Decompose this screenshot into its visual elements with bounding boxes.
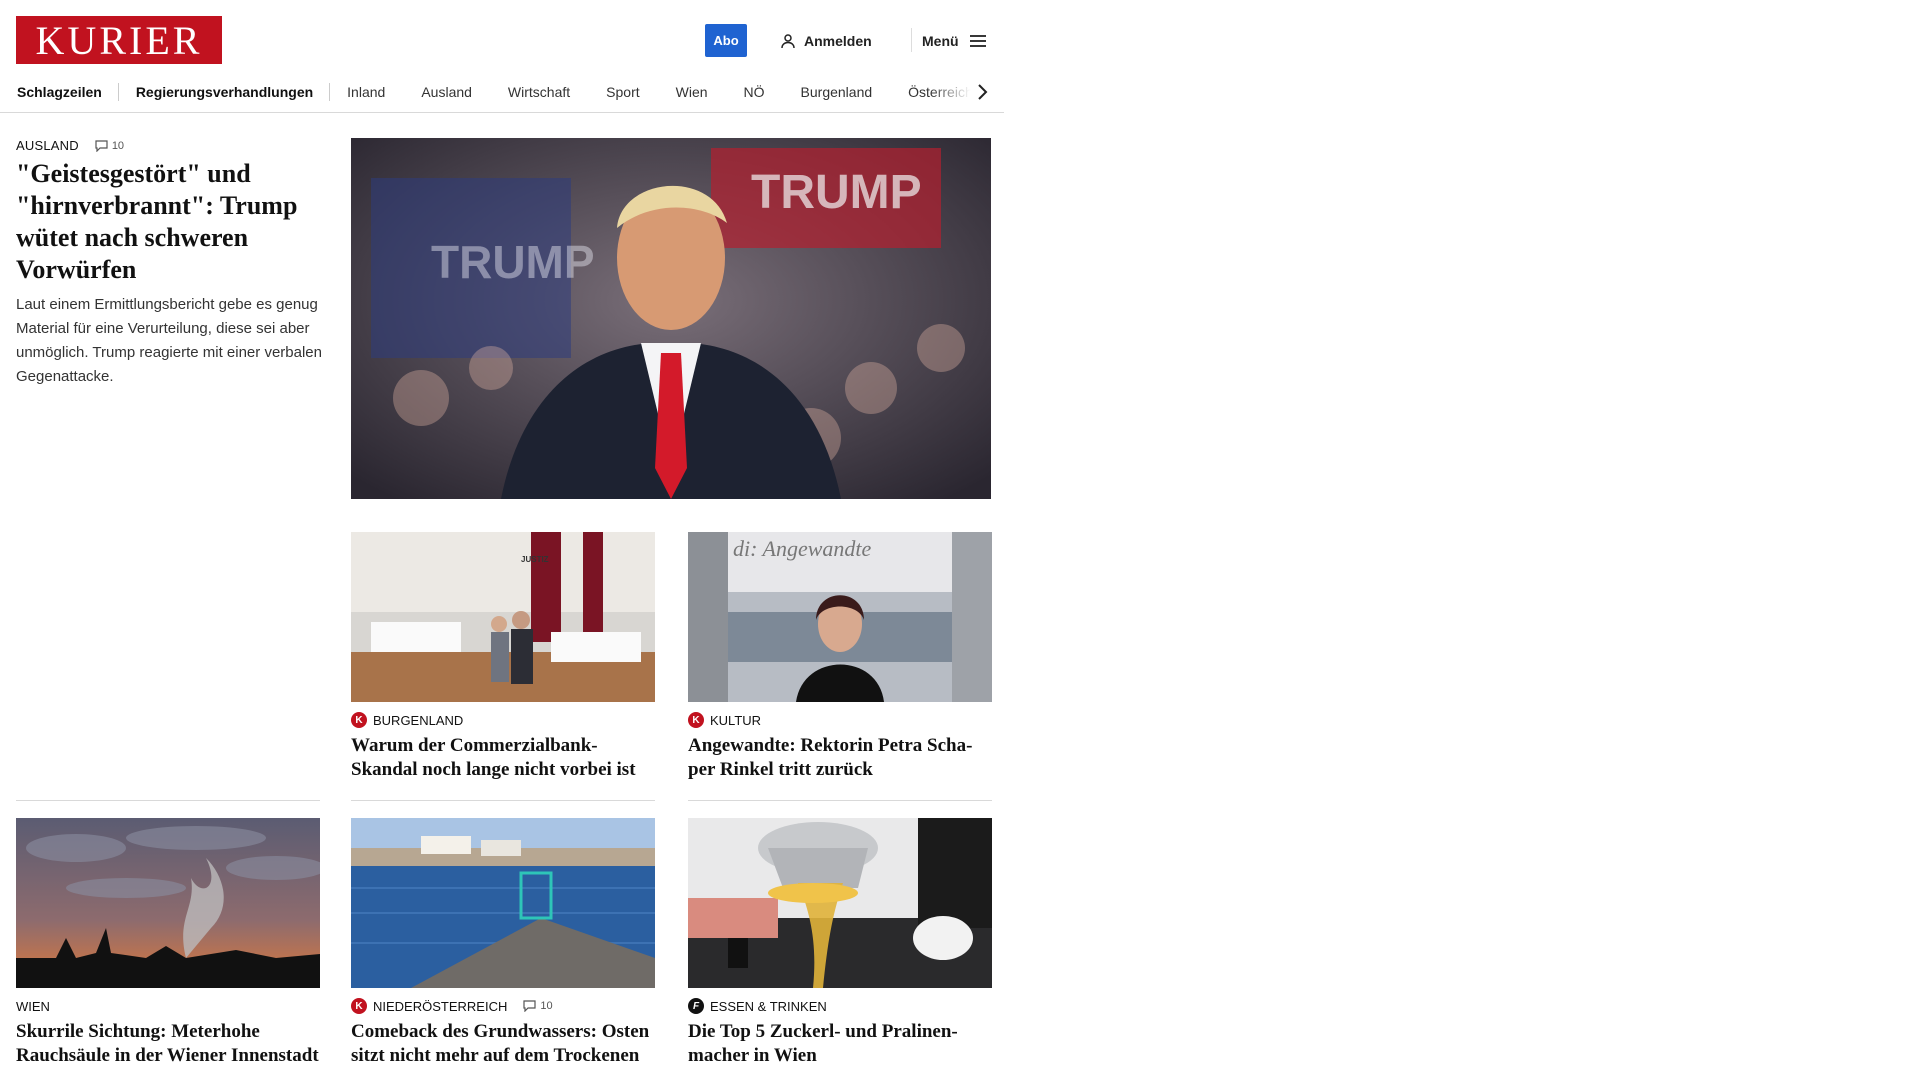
article-card-kultur[interactable]: di: Angewandte K KULTUR Angewandte: Rekt… [688, 532, 992, 782]
kurier-homepage: KURIER Abo Anmelden Menü Schlagzeilen Re… [0, 0, 1920, 1080]
login-button[interactable]: Anmelden [780, 24, 872, 57]
header-divider [911, 28, 912, 52]
nav-item-schlagzeilen[interactable]: Schlagzeilen [17, 84, 102, 100]
article-card-essen-trinken[interactable]: f ESSEN & TRINKEN Die Top 5 Zuckerl- und… [688, 818, 992, 1068]
section-nav-items: Schlagzeilen Regierungsverhandlungen Inl… [17, 72, 1004, 112]
lead-teaser: Laut einem Ermittlungsbericht gebe es ge… [16, 296, 322, 385]
article-comments-value: 10 [540, 1000, 553, 1012]
article-meta: K KULTUR [688, 710, 992, 730]
freizeit-badge-icon: f [688, 998, 704, 1014]
article-meta: K NIEDERÖSTERREICH 10 [351, 996, 655, 1016]
lead-headline[interactable]: "Geistesgestört" und "hirnverbrannt": Tr… [16, 158, 316, 286]
section-nav: Schlagzeilen Regierungsverhandlungen Inl… [0, 72, 1004, 113]
article-card-burgenland[interactable]: JUSTIZ K BURGENLAND Warum der Commerzial… [351, 532, 655, 782]
kurier-plus-badge-icon: K [351, 712, 367, 728]
lead-comments-value: 10 [111, 139, 125, 152]
nav-item-burgenland[interactable]: Burgenland [801, 84, 873, 100]
article-headline[interactable]: Comeback des Grundwassers: Os­ten sitzt … [351, 1020, 655, 1068]
nav-item-regierungsverhandlungen[interactable]: Regierungsverhandlungen [136, 84, 313, 100]
article-category[interactable]: BURGENLAND [373, 713, 463, 728]
nav-divider [329, 83, 331, 101]
article-meta: WIEN [16, 996, 320, 1016]
article-meta: f ESSEN & TRINKEN [688, 996, 992, 1016]
article-category[interactable]: NIEDERÖSTERREICH [373, 999, 507, 1014]
nav-item-wien[interactable]: Wien [676, 84, 708, 100]
login-label: Anmelden [804, 32, 872, 49]
article-card-wien[interactable]: WIEN Skurrile Sichtung: Meterhohe Rauchs… [16, 818, 320, 1068]
article-image[interactable] [688, 818, 992, 988]
kurier-logo[interactable]: KURIER [16, 16, 222, 64]
kurier-plus-badge-icon: K [688, 712, 704, 728]
article-headline[interactable]: Warum der Commerzialbank-Skandal noch la… [351, 734, 655, 782]
lead-comment-count[interactable]: 10 [95, 140, 124, 152]
nav-divider [117, 83, 119, 101]
comment-icon [95, 139, 108, 152]
article-image[interactable]: di: Angewandte [688, 532, 992, 702]
chevron-right-icon[interactable] [970, 80, 994, 104]
divider [688, 800, 992, 801]
svg-text:JUSTIZ: JUSTIZ [521, 555, 549, 564]
article-image[interactable] [351, 818, 655, 988]
svg-text:TRUMP: TRUMP [751, 166, 922, 219]
divider [16, 800, 320, 801]
kurier-plus-badge-icon: K [351, 998, 367, 1014]
nav-item-sport[interactable]: Sport [606, 84, 639, 100]
lead-image[interactable]: TRUMP TRUMP [351, 138, 991, 499]
menu-button[interactable]: Menü [922, 24, 987, 57]
abo-button[interactable]: Abo [705, 24, 747, 57]
comment-icon [523, 1000, 536, 1012]
svg-text:TRUMP: TRUMP [431, 236, 595, 288]
article-image[interactable]: JUSTIZ [351, 532, 655, 702]
svg-text:di: Angewandte: di: Angewandte [733, 536, 872, 561]
article-headline[interactable]: Skurrile Sichtung: Meterhohe Rauchsäule … [16, 1020, 320, 1068]
article-category[interactable]: KULTUR [710, 713, 761, 728]
nav-item-wirtschaft[interactable]: Wirtschaft [508, 84, 570, 100]
article-card-niederoesterreich[interactable]: K NIEDERÖSTERREICH 10 Comeback des Grund… [351, 818, 655, 1068]
nav-item-ausland[interactable]: Ausland [421, 84, 472, 100]
article-image[interactable] [16, 818, 320, 988]
article-headline[interactable]: Angewandte: Rektorin Petra Scha­per Rink… [688, 734, 992, 782]
user-icon [781, 33, 795, 48]
article-category[interactable]: WIEN [16, 999, 50, 1014]
menu-label: Menü [922, 32, 959, 49]
article-meta: K BURGENLAND [351, 710, 655, 730]
divider [351, 800, 655, 801]
article-headline[interactable]: Die Top 5 Zuckerl- und Pralinen­macher i… [688, 1020, 992, 1068]
article-category[interactable]: ESSEN & TRINKEN [710, 999, 827, 1014]
article-comment-count[interactable]: 10 [523, 1000, 553, 1012]
lead-category[interactable]: AUSLAND [16, 138, 79, 153]
nav-item-inland[interactable]: Inland [347, 84, 385, 100]
nav-item-noe[interactable]: NÖ [744, 84, 765, 100]
lead-meta: AUSLAND 10 [16, 138, 124, 153]
hamburger-icon [969, 34, 986, 47]
